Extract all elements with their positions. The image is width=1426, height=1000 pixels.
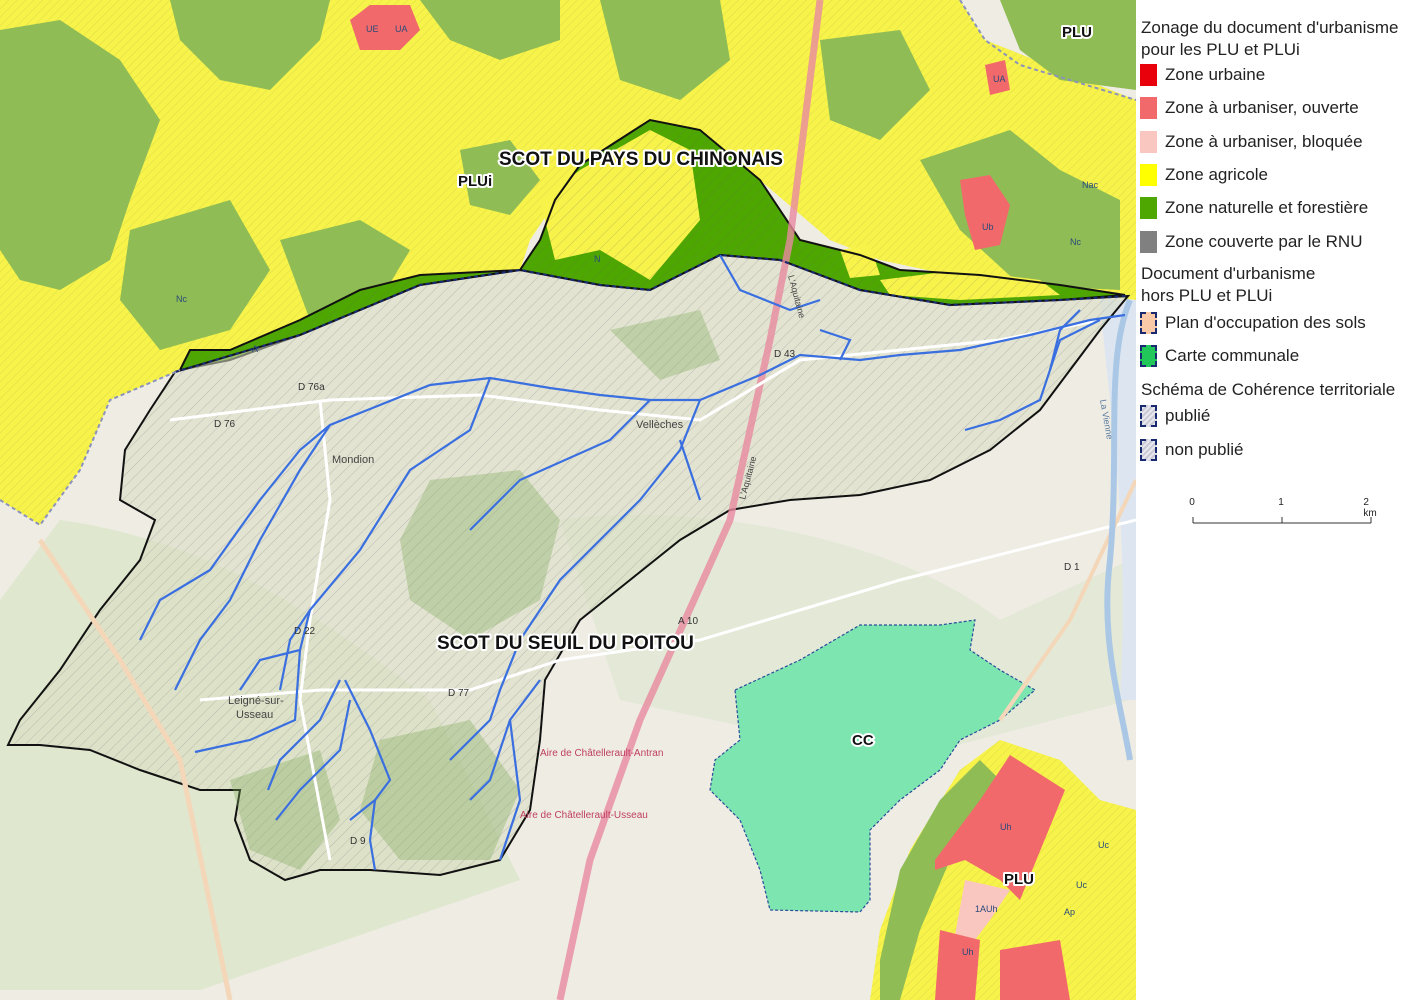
scale-bar-line <box>1192 517 1372 524</box>
road-label-d76a: D 76a <box>298 382 325 393</box>
map-view[interactable]: D 43 D 76a D 76 D 22 D 77 D 9 D 1 A 10 V… <box>0 0 1136 1000</box>
legend-item-zone-naturelle: Zone naturelle et forestière <box>1140 195 1368 221</box>
legend-label: Zone à urbaniser, bloquée <box>1165 132 1363 151</box>
place-label-mondion: Mondion <box>332 454 374 466</box>
legend-label: Zone couverte par le RNU <box>1165 232 1363 251</box>
legend-label: publié <box>1165 406 1211 425</box>
legend-item-zone-a-urbaniser-ouverte: Zone à urbaniser, ouverte <box>1140 95 1359 121</box>
map-canvas[interactable]: D 43 D 76a D 76 D 22 D 77 D 9 D 1 A 10 V… <box>0 0 1136 1000</box>
zone-code-1auh: 1AUh <box>975 904 998 914</box>
label-scot-seuil-poitou: SCOT DU SEUIL DU POITOU <box>437 633 694 654</box>
road-label-d76: D 76 <box>214 419 236 430</box>
label-plu-north: PLU <box>1062 24 1092 41</box>
road-label-d9: D 9 <box>350 836 366 847</box>
legend-swatch <box>1140 164 1157 186</box>
zone-code-ap: Ap <box>1064 907 1075 917</box>
road-label-d77: D 77 <box>448 688 470 699</box>
legend-label: Zone à urbaniser, ouverte <box>1165 98 1359 117</box>
zone-urbaine-uh <box>935 930 980 1000</box>
scale-tick-label: 1 <box>1278 497 1284 508</box>
zone-code-ua: UA <box>993 74 1006 84</box>
scale-bar: 0 1 2 km <box>1189 497 1377 527</box>
road-label-d1: D 1 <box>1064 562 1080 573</box>
label-scot-chinonais: SCOT DU PAYS DU CHINONAIS <box>499 149 783 170</box>
place-label-aire-usseau: Aire de Châtellerault-Usseau <box>520 810 648 821</box>
zone-code-n: N <box>594 254 601 264</box>
legend-item-carte-communale: Carte communale <box>1140 343 1299 369</box>
place-label-vellecher: Vellèches <box>636 419 684 431</box>
zone-code-ua: UA <box>395 24 408 34</box>
scale-tick-label: 0 <box>1189 497 1195 508</box>
legend-title-hors-plu: Document d'urbanisme hors PLU et PLUi <box>1141 264 1316 305</box>
legend-swatch <box>1140 197 1157 219</box>
legend-item-zone-a-urbaniser-bloquee: Zone à urbaniser, bloquée <box>1140 129 1363 155</box>
legend-label: non publié <box>1165 440 1244 459</box>
legend-label: Zone agricole <box>1165 165 1269 184</box>
zone-code-nc: Nc <box>1070 237 1081 247</box>
legend-label: Zone urbaine <box>1165 65 1266 84</box>
legend-item-zone-rnu: Zone couverte par le RNU <box>1140 229 1362 255</box>
legend-swatch <box>1140 312 1157 334</box>
legend-swatch <box>1140 131 1157 153</box>
zone-code-ue: UE <box>366 24 379 34</box>
legend-item-pos: Plan d'occupation des sols <box>1140 310 1366 336</box>
place-label-leigne: Leigné-sur- <box>228 695 284 707</box>
road-label-d22: D 22 <box>294 626 316 637</box>
zone-code-ub: Ub <box>982 222 994 232</box>
map-legend: Zonage du document d'urbanisme pour les … <box>1136 0 1426 1000</box>
label-cc: CC <box>852 732 874 749</box>
legend-item-zone-agricole: Zone agricole <box>1140 162 1268 188</box>
zone-code-uh: Uh <box>962 947 974 957</box>
legend-label: Carte communale <box>1165 346 1300 365</box>
place-label-aire-antran: Aire de Châtellerault-Antran <box>540 748 663 759</box>
zone-urbaine <box>1000 940 1070 1000</box>
zone-code-a: A <box>252 344 258 354</box>
zone-code-uc: Uc <box>1098 840 1109 850</box>
legend-item-scot-publie: publié <box>1140 403 1210 429</box>
label-plui: PLUi <box>458 173 492 190</box>
legend-item-zone-urbaine: Zone urbaine <box>1140 62 1265 88</box>
label-plu-south: PLU <box>1004 871 1034 888</box>
legend-swatch <box>1140 405 1157 427</box>
legend-swatch <box>1140 231 1157 253</box>
zone-code-uh: Uh <box>1000 822 1012 832</box>
zone-code-uc: Uc <box>1076 880 1087 890</box>
legend-swatch <box>1140 439 1157 461</box>
legend-label: Zone naturelle et forestière <box>1165 198 1369 217</box>
legend-swatch <box>1140 97 1157 119</box>
legend-item-scot-non-publie: non publié <box>1140 437 1243 463</box>
place-label-usseau: Usseau <box>236 709 273 721</box>
zone-code-nac: Nac <box>1082 180 1099 190</box>
legend-label: Plan d'occupation des sols <box>1165 313 1366 332</box>
zone-code-nc: Nc <box>176 294 187 304</box>
legend-title-scot: Schéma de Cohérence territoriale <box>1141 380 1396 399</box>
legend-title-plu: Zonage du document d'urbanisme pour les … <box>1141 18 1399 59</box>
legend-swatch <box>1140 64 1157 86</box>
road-label-d43: D 43 <box>774 349 796 360</box>
road-label-a10: A 10 <box>678 616 698 627</box>
legend-swatch <box>1140 345 1157 367</box>
